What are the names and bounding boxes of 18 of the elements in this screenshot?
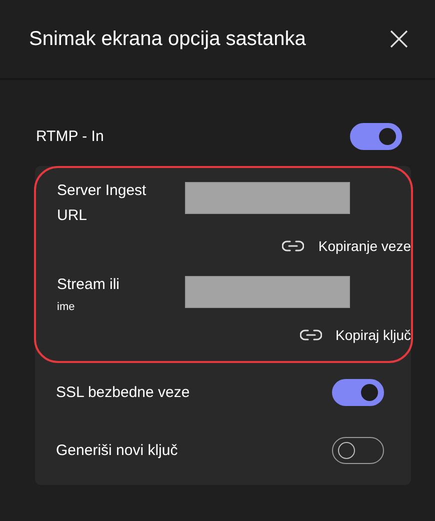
dialog-title: Snimak ekrana opcija sastanka bbox=[29, 28, 306, 50]
link-icon bbox=[282, 240, 304, 252]
field-label: ime bbox=[57, 301, 76, 313]
copy-link[interactable]: Kopiranje veze bbox=[282, 238, 411, 254]
input-field[interactable] bbox=[185, 276, 350, 308]
field-label: Server Ingest bbox=[57, 182, 148, 199]
setting-label: RTMP - In bbox=[36, 128, 104, 144]
toggle-switch[interactable] bbox=[350, 122, 402, 150]
setting-label: SSL bezbedne veze bbox=[56, 384, 190, 400]
field-label: Stream ili bbox=[57, 276, 121, 293]
link-icon bbox=[300, 329, 322, 341]
copy-link[interactable]: Kopiraj ključ bbox=[300, 327, 411, 343]
field-label: URL bbox=[57, 207, 88, 224]
input-field[interactable] bbox=[185, 182, 350, 214]
toggle-switch[interactable] bbox=[332, 378, 384, 406]
close-icon[interactable] bbox=[389, 29, 409, 49]
setting-label: Generiši novi ključ bbox=[56, 442, 178, 458]
toggle-switch[interactable] bbox=[332, 436, 384, 464]
